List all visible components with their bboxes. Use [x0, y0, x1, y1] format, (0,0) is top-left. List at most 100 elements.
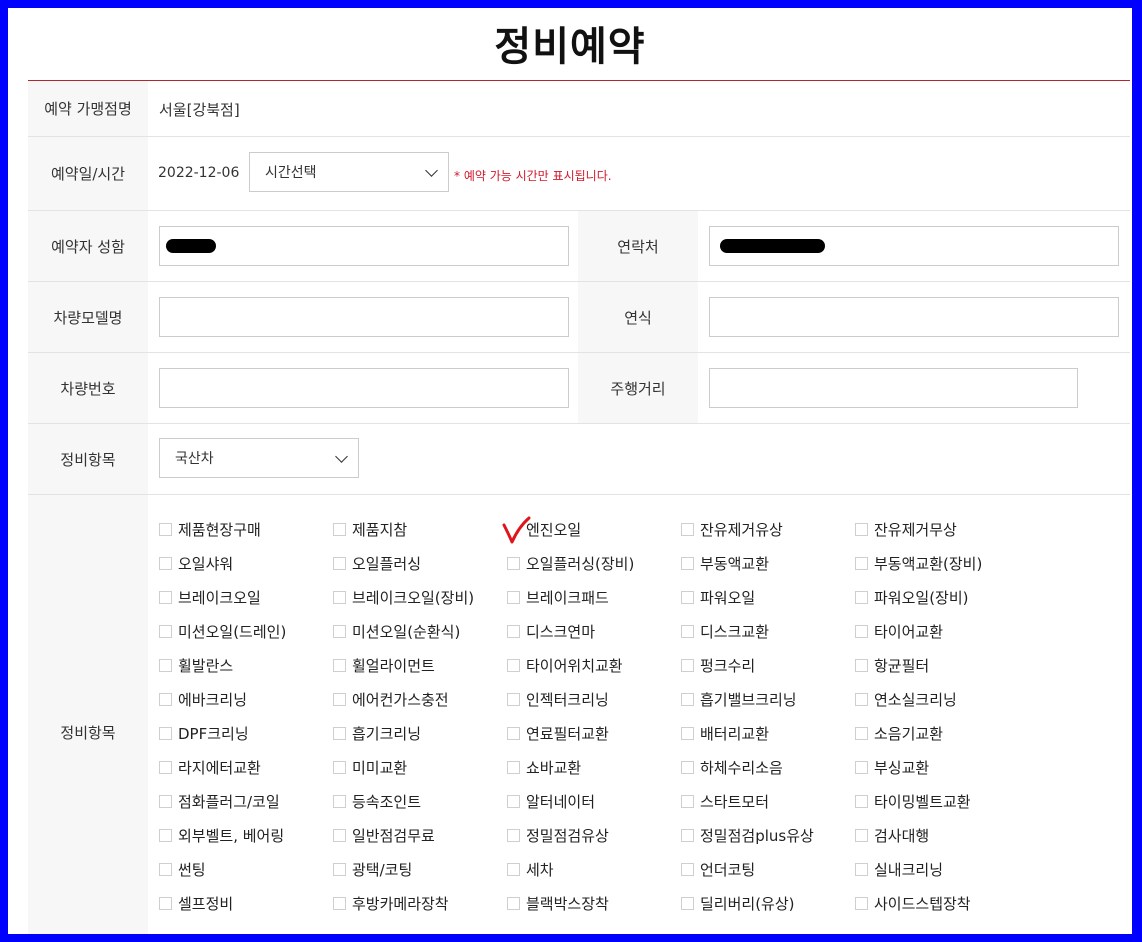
service-checkbox[interactable] — [855, 624, 868, 638]
service-checkbox[interactable] — [507, 726, 520, 740]
service-option[interactable]: 잔유제거유상 — [681, 518, 783, 540]
service-checkbox[interactable] — [507, 692, 520, 706]
service-option[interactable]: 펑크수리 — [681, 654, 755, 676]
service-checkbox[interactable] — [159, 760, 172, 774]
service-option[interactable]: 딜리버리(유상) — [681, 892, 795, 914]
service-option[interactable]: 잔유제거무상 — [855, 518, 957, 540]
service-checkbox[interactable] — [681, 590, 694, 604]
service-checkbox[interactable] — [681, 692, 694, 706]
service-option[interactable]: 브레이크오일(장비) — [333, 586, 474, 608]
service-option[interactable]: 휠얼라이먼트 — [333, 654, 435, 676]
service-option[interactable]: 휠발란스 — [159, 654, 233, 676]
service-option[interactable]: 제품현장구매 — [159, 518, 261, 540]
service-checkbox[interactable] — [159, 590, 172, 604]
service-checkbox[interactable] — [333, 624, 346, 638]
service-checkbox[interactable] — [855, 760, 868, 774]
service-option[interactable]: 흡기밸브크리닝 — [681, 688, 797, 710]
service-checkbox[interactable] — [855, 828, 868, 842]
service-checkbox[interactable] — [159, 658, 172, 672]
service-option[interactable]: 타이어교환 — [855, 620, 943, 642]
service-option[interactable]: 언더코팅 — [681, 858, 755, 880]
service-checkbox[interactable] — [333, 896, 346, 910]
service-checkbox[interactable] — [855, 590, 868, 604]
service-checkbox[interactable] — [507, 624, 520, 638]
service-option[interactable]: 부동액교환(장비) — [855, 552, 982, 574]
service-checkbox[interactable] — [681, 760, 694, 774]
service-checkbox[interactable] — [507, 794, 520, 808]
service-option[interactable]: 썬팅 — [159, 858, 206, 880]
service-option[interactable]: 실내크리닝 — [855, 858, 943, 880]
service-option[interactable]: 배터리교환 — [681, 722, 769, 744]
service-option[interactable]: 부동액교환 — [681, 552, 769, 574]
service-option[interactable]: 정밀점검유상 — [507, 824, 609, 846]
service-option[interactable]: 인젝터크리닝 — [507, 688, 609, 710]
service-checkbox[interactable] — [333, 726, 346, 740]
service-checkbox[interactable] — [159, 726, 172, 740]
service-checkbox[interactable] — [333, 828, 346, 842]
service-checkbox[interactable] — [333, 760, 346, 774]
service-checkbox[interactable] — [681, 624, 694, 638]
service-checkbox[interactable] — [333, 658, 346, 672]
service-checkbox[interactable] — [681, 522, 694, 536]
service-option[interactable]: 연료필터교환 — [507, 722, 609, 744]
service-checkbox[interactable] — [855, 794, 868, 808]
service-checkbox[interactable] — [159, 556, 172, 570]
service-checkbox[interactable] — [681, 896, 694, 910]
service-checkbox[interactable] — [159, 624, 172, 638]
service-option[interactable]: 라지에터교환 — [159, 756, 261, 778]
service-option[interactable]: 에어컨가스충전 — [333, 688, 449, 710]
service-option[interactable]: 세차 — [507, 858, 554, 880]
service-option[interactable]: DPF크리닝 — [159, 722, 249, 744]
service-option[interactable]: 쇼바교환 — [507, 756, 581, 778]
service-checkbox[interactable] — [159, 862, 172, 876]
service-checkbox[interactable] — [333, 794, 346, 808]
name-input[interactable] — [159, 226, 569, 266]
category-select[interactable]: 국산차 — [159, 438, 359, 478]
service-checkbox[interactable] — [159, 794, 172, 808]
service-option[interactable]: 미션오일(순환식) — [333, 620, 460, 642]
service-checkbox[interactable] — [681, 794, 694, 808]
service-option[interactable]: 사이드스텝장착 — [855, 892, 971, 914]
service-option[interactable]: 등속조인트 — [333, 790, 421, 812]
service-checkbox[interactable] — [333, 522, 346, 536]
service-option[interactable]: 오일플러싱(장비) — [507, 552, 634, 574]
phone-input[interactable] — [709, 226, 1119, 266]
plate-input[interactable] — [159, 368, 569, 408]
time-select[interactable]: 시간선택 — [249, 152, 449, 192]
service-option[interactable]: 점화플러그/코일 — [159, 790, 280, 812]
service-checkbox[interactable] — [159, 522, 172, 536]
service-option[interactable]: 셀프정비 — [159, 892, 233, 914]
service-checkbox[interactable] — [855, 692, 868, 706]
service-option[interactable]: 브레이크오일 — [159, 586, 261, 608]
service-checkbox[interactable] — [681, 862, 694, 876]
service-option[interactable]: 브레이크패드 — [507, 586, 609, 608]
service-checkbox[interactable] — [333, 556, 346, 570]
service-option[interactable]: 외부벨트, 베어링 — [159, 824, 284, 846]
service-option[interactable]: 항균필터 — [855, 654, 929, 676]
service-option[interactable]: 오일플러싱 — [333, 552, 421, 574]
service-checkbox[interactable] — [507, 828, 520, 842]
service-option[interactable]: 스타트모터 — [681, 790, 769, 812]
service-option[interactable]: 정밀점검plus유상 — [681, 824, 814, 846]
service-option[interactable]: 광택/코팅 — [333, 858, 412, 880]
service-checkbox[interactable] — [855, 896, 868, 910]
service-checkbox[interactable] — [333, 862, 346, 876]
service-checkbox[interactable] — [159, 692, 172, 706]
service-option[interactable]: 부싱교환 — [855, 756, 929, 778]
service-checkbox[interactable] — [507, 556, 520, 570]
service-checkbox[interactable] — [507, 896, 520, 910]
service-option[interactable]: 미션오일(드레인) — [159, 620, 286, 642]
service-checkbox[interactable] — [333, 692, 346, 706]
service-checkbox[interactable] — [507, 590, 520, 604]
service-checkbox[interactable] — [159, 828, 172, 842]
service-option[interactable]: 흡기크리닝 — [333, 722, 421, 744]
model-input[interactable] — [159, 297, 569, 337]
service-option[interactable]: 블랙박스장착 — [507, 892, 609, 914]
service-option[interactable]: 파워오일 — [681, 586, 755, 608]
service-checkbox[interactable] — [855, 862, 868, 876]
service-option[interactable]: 소음기교환 — [855, 722, 943, 744]
service-checkbox[interactable] — [681, 658, 694, 672]
service-option[interactable]: 파워오일(장비) — [855, 586, 969, 608]
service-option[interactable]: 일반점검무료 — [333, 824, 435, 846]
service-option[interactable]: 하체수리소음 — [681, 756, 783, 778]
